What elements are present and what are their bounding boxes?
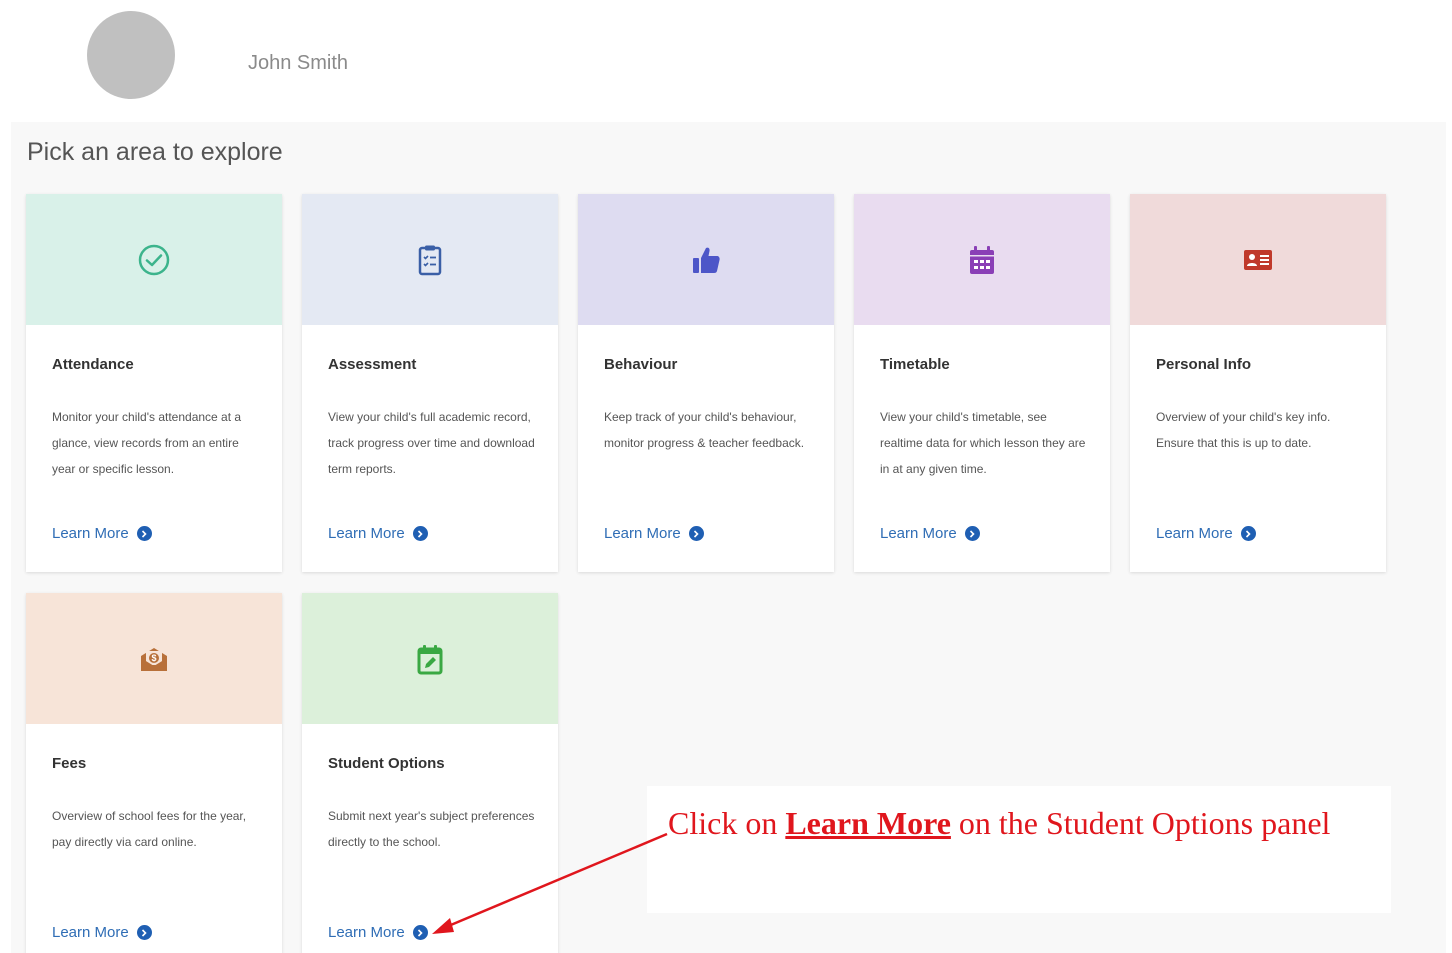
learn-more-link-timetable[interactable]: Learn More (880, 525, 980, 542)
learn-more-link-student-options[interactable]: Learn More (328, 924, 428, 941)
thumbs-up-icon (693, 247, 720, 273)
card-title: Behaviour (604, 356, 678, 373)
card-timetable: Timetable View your child's timetable, s… (854, 194, 1110, 572)
card-assessment: Assessment View your child's full academ… (302, 194, 558, 572)
card-description: Monitor your child's attendance at a gla… (52, 410, 242, 476)
chevron-right-circle-icon (136, 526, 152, 541)
card-student-options: Student Options Submit next year's subje… (302, 593, 558, 953)
learn-more-label: Learn More (52, 924, 129, 941)
card-description: Overview of your child's key info. Ensur… (1156, 410, 1331, 450)
card-header (302, 194, 558, 325)
chevron-right-circle-icon (964, 526, 980, 541)
calendar-icon (970, 245, 994, 274)
card-behaviour: Behaviour Keep track of your child's beh… (578, 194, 834, 572)
learn-more-link-attendance[interactable]: Learn More (52, 525, 152, 542)
svg-text:$: $ (151, 653, 156, 663)
learn-more-label: Learn More (1156, 525, 1233, 542)
card-title: Student Options (328, 755, 445, 772)
avatar[interactable] (87, 11, 175, 99)
chevron-right-circle-icon (688, 526, 704, 541)
card-description: View your child's timetable, see realtim… (880, 410, 1086, 476)
card-attendance: Attendance Monitor your child's attendan… (26, 194, 282, 572)
card-header (26, 194, 282, 325)
user-name: John Smith (248, 52, 349, 74)
card-title: Personal Info (1156, 356, 1252, 373)
card-personal-info: Personal Info Overview of your child's k… (1130, 194, 1386, 572)
learn-more-link-fees[interactable]: Learn More (52, 924, 152, 941)
card-header (1130, 194, 1386, 325)
card-title: Fees (52, 755, 87, 772)
id-card-icon (1244, 249, 1272, 270)
learn-more-label: Learn More (604, 525, 681, 542)
card-header (302, 593, 558, 724)
learn-more-label: Learn More (52, 525, 129, 542)
learn-more-link-personal-info[interactable]: Learn More (1156, 525, 1256, 542)
learn-more-label: Learn More (328, 525, 405, 542)
calendar-edit-icon (417, 644, 443, 674)
callout-suffix: on the Student Options panel (950, 805, 1331, 841)
card-description: Keep track of your child's behaviour, mo… (604, 410, 805, 450)
chevron-right-circle-icon (412, 925, 428, 940)
card-description: Overview of school fees for the year, pa… (52, 809, 247, 849)
card-title: Timetable (880, 356, 950, 373)
card-description: Submit next year's subject preferences d… (328, 809, 535, 849)
chevron-right-circle-icon (136, 925, 152, 940)
chevron-right-circle-icon (412, 526, 428, 541)
card-title: Assessment (328, 356, 417, 373)
card-header (578, 194, 834, 325)
learn-more-link-assessment[interactable]: Learn More (328, 525, 428, 542)
card-title: Attendance (52, 356, 134, 373)
callout-text: Click on Learn More on the Student Optio… (668, 800, 1378, 846)
instruction-callout: Click on Learn More on the Student Optio… (647, 786, 1391, 913)
callout-emphasis: Learn More (785, 805, 951, 841)
callout-prefix: Click on (668, 805, 786, 841)
card-description: View your child's full academic record, … (328, 410, 535, 476)
card-header: $ (26, 593, 282, 724)
learn-more-label: Learn More (328, 924, 405, 941)
card-header (854, 194, 1110, 325)
learn-more-link-behaviour[interactable]: Learn More (604, 525, 704, 542)
money-envelope-icon: $ (141, 647, 167, 671)
clipboard-icon (418, 245, 442, 275)
card-fees: $ Fees Overview of school fees for the y… (26, 593, 282, 953)
check-circle-icon (138, 244, 170, 275)
learn-more-label: Learn More (880, 525, 957, 542)
panel-title: Pick an area to explore (27, 138, 283, 166)
chevron-right-circle-icon (1240, 526, 1256, 541)
